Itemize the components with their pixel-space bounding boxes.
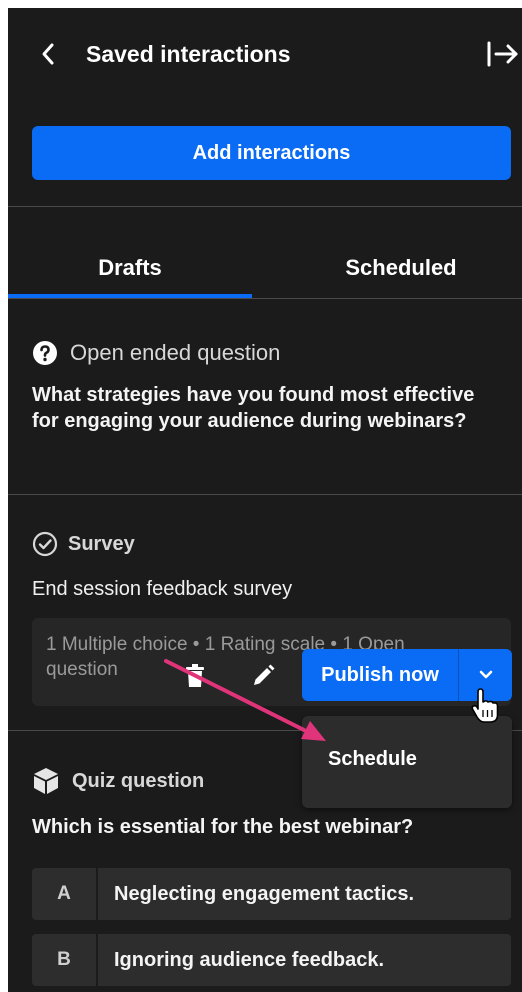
- divider: [8, 298, 522, 299]
- divider: [8, 206, 522, 207]
- panel-header: Saved interactions: [8, 8, 522, 104]
- survey-card-header: Survey: [32, 528, 135, 560]
- card-type-label: Quiz question: [72, 769, 205, 792]
- option-text: Ignoring audience feedback.: [114, 948, 385, 971]
- open-ended-card-header: Open ended question: [32, 336, 280, 370]
- chevron-down-icon: [479, 670, 492, 679]
- edit-button[interactable]: [246, 659, 280, 693]
- menu-item-schedule[interactable]: Schedule: [328, 748, 417, 771]
- check-circle-icon: [32, 531, 58, 557]
- card-type-label: Survey: [68, 532, 135, 555]
- pencil-icon: [254, 664, 275, 685]
- question-text: What strategies have you found most effe…: [32, 384, 475, 432]
- divider: [8, 494, 522, 495]
- quiz-question-text: Which is essential for the best webinar?: [32, 816, 414, 838]
- card-type-label: Open ended question: [70, 340, 281, 365]
- tab-scheduled[interactable]: Scheduled: [280, 238, 522, 298]
- saved-interactions-panel: Saved interactions Add interactions Draf…: [8, 8, 522, 992]
- option-letter: B: [32, 934, 98, 986]
- hand-cursor-icon: [471, 688, 499, 723]
- quiz-option: A Neglecting engagement tactics.: [32, 868, 511, 920]
- publish-options-menu: Schedule: [302, 716, 512, 808]
- chevron-left-icon: [42, 43, 54, 65]
- option-text: Neglecting engagement tactics.: [114, 882, 415, 905]
- add-interactions-button[interactable]: Add interactions: [32, 126, 511, 180]
- publish-now-button[interactable]: Publish now: [302, 649, 458, 701]
- trash-icon: [186, 664, 204, 687]
- question-circle-icon: [33, 341, 57, 365]
- close-panel-button[interactable]: [486, 38, 520, 70]
- tab-drafts[interactable]: Drafts: [8, 238, 252, 298]
- cube-icon: [34, 768, 58, 794]
- back-button[interactable]: [36, 38, 60, 70]
- page-title: Saved interactions: [86, 41, 291, 67]
- delete-button[interactable]: [178, 659, 212, 693]
- survey-title: End session feedback survey: [32, 578, 293, 600]
- quiz-option: B Ignoring audience feedback.: [32, 934, 511, 986]
- arrow-right-bar-icon: [487, 41, 518, 67]
- quiz-card-header: Quiz question: [32, 764, 204, 798]
- option-letter: A: [32, 868, 98, 920]
